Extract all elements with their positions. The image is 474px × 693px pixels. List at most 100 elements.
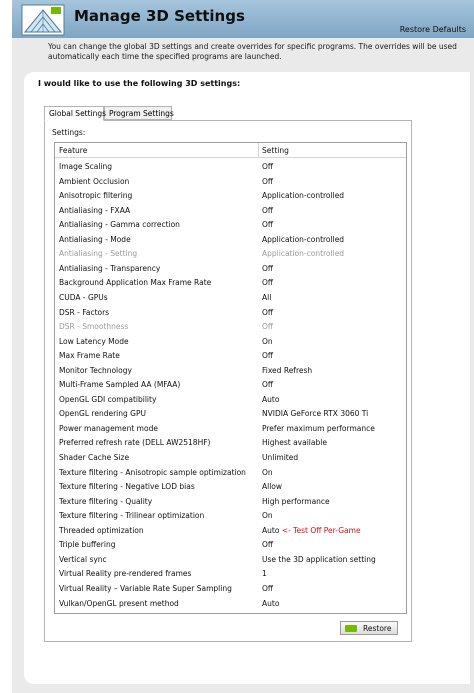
feature-name: Antialiasing - Transparency [59, 263, 161, 273]
table-row[interactable]: Ambient Occlusion Off [55, 175, 406, 190]
feature-name: Texture filtering - Anisotropic sample o… [59, 467, 246, 477]
section-title: I would like to use the following 3D set… [38, 79, 241, 88]
setting-value: Off [262, 220, 273, 229]
column-header-feature[interactable]: Feature [59, 146, 87, 155]
header-bar: Manage 3D Settings Restore Defaults [12, 0, 474, 38]
setting-value-text: Allow [262, 482, 283, 492]
setting-value: Fixed Refresh [262, 366, 312, 375]
setting-value-text: Off [262, 263, 274, 273]
feature-name: Texture filtering - Quality [59, 496, 153, 506]
setting-value: Auto <- Test Off Per-Game [262, 526, 361, 535]
page-title: Manage 3D Settings [74, 7, 245, 25]
table-row[interactable]: Power management mode Prefer maximum perf… [55, 422, 406, 437]
table-row[interactable]: Texture filtering - Anisotropic sample o… [55, 466, 406, 481]
table-row[interactable]: Texture filtering - Quality High performa… [55, 495, 406, 510]
table-row[interactable]: Shader Cache Size Unlimited [55, 451, 406, 466]
table-row[interactable]: Preferred refresh rate (DELL AW2518HF) Hi… [55, 436, 406, 451]
table-row[interactable]: Multi-Frame Sampled AA (MFAA) Off [55, 378, 406, 393]
setting-value: Auto [262, 395, 279, 404]
table-row[interactable]: CUDA - GPUs All [55, 291, 406, 306]
feature-name: Antialiasing - FXAA [59, 205, 131, 215]
setting-value: Off [262, 584, 273, 593]
setting-value: Highest available [262, 438, 327, 447]
table-row[interactable]: Texture filtering - Trilinear optimizati… [55, 509, 406, 524]
table-row[interactable]: DSR - Factors Off [55, 306, 406, 321]
restore-defaults-link[interactable]: Restore Defaults [400, 25, 466, 34]
feature-name: Ambient Occlusion [59, 176, 130, 186]
table-row[interactable]: Threaded optimization Auto <- Test Off Pe… [55, 524, 406, 539]
table-row[interactable]: Antialiasing - FXAA Off [55, 204, 406, 219]
settings-table[interactable]: Feature Setting Image Scaling Off Ambient … [54, 142, 407, 614]
setting-value: Off [262, 540, 273, 549]
feature-name: Low Latency Mode [59, 336, 129, 346]
setting-value-text: Prefer maximum performance [262, 423, 375, 433]
setting-value: On [262, 337, 273, 346]
setting-value-text: Off [262, 380, 274, 390]
setting-value: 1 [262, 569, 267, 578]
table-row[interactable]: DSR - Smoothness Off [55, 320, 406, 335]
settings-label: Settings: [52, 128, 86, 137]
table-row[interactable]: Virtual Reality pre-rendered frames 1 [55, 567, 406, 582]
setting-value-text: On [262, 467, 273, 477]
table-row[interactable]: Virtual Reality – Variable Rate Super Sa… [55, 582, 406, 597]
table-row[interactable]: Low Latency Mode On [55, 335, 406, 350]
tab-program-settings[interactable]: Program Settings [104, 106, 174, 120]
setting-value-text: On [262, 511, 273, 521]
table-row[interactable]: Antialiasing - Transparency Off [55, 262, 406, 277]
restore-button[interactable]: Restore [340, 621, 398, 635]
table-row[interactable]: Image Scaling Off [55, 160, 406, 175]
feature-name: OpenGL GDI compatibility [59, 394, 157, 404]
table-row[interactable]: Antialiasing - Gamma correction Off [55, 218, 406, 233]
table-row[interactable]: Antialiasing - Mode Application-controlle… [55, 233, 406, 248]
setting-value-text: All [262, 292, 272, 302]
table-row[interactable]: Vulkan/OpenGL present method Auto [55, 597, 406, 612]
setting-value: NVIDIA GeForce RTX 3060 Ti [262, 409, 368, 418]
setting-value-text: Highest available [262, 438, 327, 448]
setting-value: Off [262, 308, 273, 317]
feature-name: Antialiasing - Setting [59, 249, 138, 259]
setting-value: Off [262, 380, 273, 389]
feature-name: Background Application Max Frame Rate [59, 278, 212, 288]
feature-name: Virtual Reality – Variable Rate Super Sa… [59, 583, 232, 593]
nvidia-logo-icon [345, 625, 357, 632]
column-header-setting[interactable]: Setting [262, 146, 289, 155]
setting-value: Use the 3D application setting [262, 555, 376, 564]
table-row[interactable]: Texture filtering - Negative LOD bias All… [55, 480, 406, 495]
setting-value-text: Off [262, 307, 274, 317]
feature-name: Texture filtering - Trilinear optimizati… [59, 511, 205, 521]
feature-name: Shader Cache Size [59, 453, 130, 462]
table-row[interactable]: Triple buffering Off [55, 538, 406, 553]
setting-value: Off [262, 322, 273, 331]
table-row[interactable]: OpenGL rendering GPU NVIDIA GeForce RTX 3… [55, 407, 406, 422]
table-row[interactable]: Monitor Technology Fixed Refresh [55, 364, 406, 379]
setting-value: Prefer maximum performance [262, 424, 375, 433]
setting-value: High performance [262, 497, 330, 506]
setting-value-text: Off [262, 540, 274, 550]
setting-value-text: 1 [262, 569, 267, 579]
feature-name: OpenGL rendering GPU [59, 409, 146, 419]
feature-name: Texture filtering - Negative LOD bias [59, 482, 195, 492]
setting-value-text: Auto [262, 598, 280, 608]
table-row[interactable]: OpenGL GDI compatibility Auto [55, 393, 406, 408]
table-row[interactable]: Vertical sync Use the 3D application sett… [55, 553, 406, 568]
table-row[interactable]: Background Application Max Frame Rate Off [55, 276, 406, 291]
setting-value-text: Auto [262, 394, 280, 404]
setting-value: Application-controlled [262, 249, 344, 258]
feature-name: DSR - Factors [59, 307, 110, 317]
table-row[interactable]: Anisotropic filtering Application-control… [55, 189, 406, 204]
tab-global-settings[interactable]: Global Settings [44, 106, 106, 121]
column-divider [258, 143, 259, 158]
table-row[interactable]: Antialiasing - Setting Application-contro… [55, 247, 406, 262]
table-row[interactable]: Max Frame Rate Off [55, 349, 406, 364]
setting-value-text: Off [262, 176, 274, 186]
setting-value: Application-controlled [262, 191, 344, 200]
setting-value: Off [262, 206, 273, 215]
feature-name: Anisotropic filtering [59, 191, 133, 201]
setting-value: On [262, 468, 273, 477]
table-header: Feature Setting [55, 143, 406, 158]
setting-value-text: Off [262, 220, 274, 230]
setting-value: On [262, 511, 273, 520]
feature-name: Monitor Technology [59, 365, 132, 375]
feature-name: DSR - Smoothness [59, 322, 129, 332]
setting-value-text: High performance [262, 496, 330, 506]
